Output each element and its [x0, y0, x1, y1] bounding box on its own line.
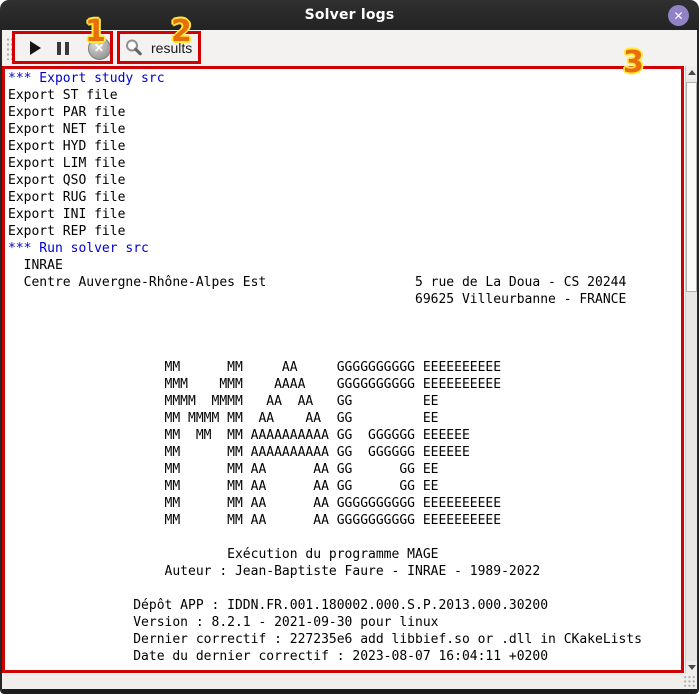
- close-icon: ✕: [673, 9, 683, 23]
- log-line: MM MMMM MM AA AA GG EE: [8, 410, 685, 427]
- window-title: Solver logs: [305, 7, 395, 23]
- scrollbar-thumb[interactable]: [686, 82, 697, 292]
- log-line: MM MM AA AA GG GG EE: [8, 478, 685, 495]
- log-line: [8, 580, 685, 597]
- resize-grip[interactable]: [683, 675, 696, 688]
- scrollbar-down-button[interactable]: [686, 661, 697, 674]
- log-line: Export INI file: [8, 206, 685, 223]
- log-line: [8, 342, 685, 359]
- log-line: 69625 Villeurbanne - FRANCE: [8, 291, 685, 308]
- log-line: *** Export study src: [8, 70, 685, 87]
- log-line: *** Run solver src: [8, 240, 685, 257]
- window-body: ✕ results *** Export study srcExport ST …: [0, 30, 699, 694]
- log-line: Exécution du programme MAGE: [8, 546, 685, 563]
- log-line: Export LIM file: [8, 155, 685, 172]
- pause-icon: [57, 42, 69, 55]
- log-line: MM MM AAAAAAAAAA GG GGGGGG EEEEEE: [8, 444, 685, 461]
- log-line: MM MM AA GGGGGGGGGG EEEEEEEEEE: [8, 359, 685, 376]
- screen: Solver logs ✕ ✕: [0, 0, 699, 694]
- log-line: Dernier correctif : 227235e6 add libbief…: [8, 631, 685, 648]
- down-arrow-icon: [688, 665, 696, 670]
- log-line: Export QSO file: [8, 172, 685, 189]
- log-line: Export REP file: [8, 223, 685, 240]
- toolbar: ✕ results: [2, 30, 697, 66]
- log-line: [8, 308, 685, 325]
- results-button-label: results: [151, 40, 192, 56]
- toolbar-grip-handle[interactable]: [6, 37, 14, 60]
- solver-logs-window: Solver logs ✕ ✕: [0, 0, 699, 694]
- log-line: Centre Auvergne-Rhône-Alpes Est 5 rue de…: [8, 274, 685, 291]
- cancel-icon: ✕: [88, 37, 111, 60]
- log-line: Export NET file: [8, 121, 685, 138]
- log-line: Export ST file: [8, 87, 685, 104]
- log-line: MM MM AA AA GGGGGGGGGG EEEEEEEEEE: [8, 495, 685, 512]
- log-line: MM MM AA AA GG GG EE: [8, 461, 685, 478]
- log-line: MMMM MMMM AA AA GG EE: [8, 393, 685, 410]
- cancel-button[interactable]: ✕: [86, 35, 112, 61]
- log-line: Auteur : Jean-Baptiste Faure - INRAE - 1…: [8, 563, 685, 580]
- log-line: MMM MMM AAAA GGGGGGGGGG EEEEEEEEEE: [8, 376, 685, 393]
- log-text: *** Export study srcExport ST fileExport…: [2, 66, 685, 665]
- log-line: Version : 8.2.1 - 2021-09-30 pour linux: [8, 614, 685, 631]
- vertical-scrollbar[interactable]: [685, 66, 697, 674]
- log-line: Export PAR file: [8, 104, 685, 121]
- search-icon: [124, 38, 144, 58]
- pause-button[interactable]: [53, 35, 73, 61]
- scrollbar-up-button[interactable]: [686, 66, 697, 79]
- close-button[interactable]: ✕: [668, 5, 689, 26]
- log-line: Export HYD file: [8, 138, 685, 155]
- play-icon: [30, 41, 41, 55]
- titlebar[interactable]: Solver logs ✕: [0, 0, 699, 30]
- log-line: [8, 325, 685, 342]
- status-bar: [2, 674, 697, 689]
- log-line: INRAE: [8, 257, 685, 274]
- log-line: Export RUG file: [8, 189, 685, 206]
- log-line: [8, 529, 685, 546]
- log-line: Dépôt APP : IDDN.FR.001.180002.000.S.P.2…: [8, 597, 685, 614]
- log-area[interactable]: *** Export study srcExport ST fileExport…: [2, 66, 685, 674]
- up-arrow-icon: [688, 70, 696, 75]
- log-line: MM MM MM AAAAAAAAAA GG GGGGGG EEEEEE: [8, 427, 685, 444]
- log-line: MM MM AA AA GGGGGGGGGG EEEEEEEEEE: [8, 512, 685, 529]
- play-button[interactable]: [23, 35, 47, 61]
- log-line: Date du dernier correctif : 2023-08-07 1…: [8, 648, 685, 665]
- results-button[interactable]: results: [120, 34, 196, 62]
